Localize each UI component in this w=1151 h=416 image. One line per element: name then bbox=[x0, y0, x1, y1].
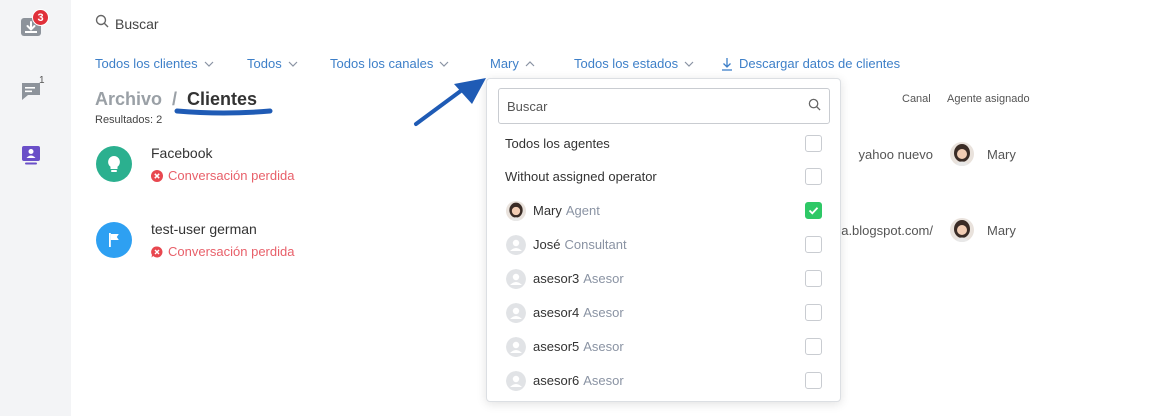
download-icon bbox=[722, 57, 732, 71]
chevron-down-icon bbox=[288, 61, 298, 67]
checkbox-checked[interactable] bbox=[805, 202, 822, 219]
agent-search-input[interactable] bbox=[498, 88, 830, 124]
filter-states[interactable]: Todos los estados bbox=[574, 56, 694, 71]
results-count: Resultados: 2 bbox=[95, 114, 163, 126]
annotation-underline bbox=[174, 108, 273, 116]
breadcrumb-archive[interactable]: Archivo bbox=[95, 89, 162, 109]
sidebar: 3 1 bbox=[0, 0, 71, 416]
option-label: Without assigned operator bbox=[505, 169, 657, 184]
agent-option-name: asesor6 bbox=[533, 373, 580, 388]
error-chat-icon bbox=[151, 245, 163, 257]
flag-icon bbox=[96, 222, 132, 258]
checkbox[interactable] bbox=[805, 304, 822, 321]
agent-avatar bbox=[950, 218, 974, 242]
client-name: test-user german bbox=[151, 221, 257, 237]
filter-clients[interactable]: Todos los clientes bbox=[95, 56, 214, 71]
agent-option-name: José bbox=[533, 237, 561, 252]
agent-option-text: asesor3 Asesor bbox=[533, 271, 624, 286]
user-placeholder-icon bbox=[506, 269, 526, 289]
agent-option-text: asesor6 Asesor bbox=[533, 373, 624, 388]
agent-option-role: Asesor bbox=[583, 271, 624, 286]
client-canal: a.blogspot.com/ bbox=[841, 223, 933, 238]
option-all-agents[interactable]: Todos los agentes bbox=[487, 127, 840, 161]
chat-badge: 1 bbox=[39, 75, 45, 86]
annotation-arrow-icon bbox=[414, 78, 486, 126]
search-label: Buscar bbox=[115, 15, 159, 32]
checkbox[interactable] bbox=[805, 236, 822, 253]
bulb-icon bbox=[96, 146, 132, 182]
option-agent-asesor5[interactable]: asesor5 Asesor bbox=[487, 330, 840, 364]
agent-name: Mary bbox=[987, 147, 1016, 162]
checkbox[interactable] bbox=[805, 168, 822, 185]
checkbox[interactable] bbox=[805, 135, 822, 152]
agent-option-role: Asesor bbox=[583, 305, 624, 320]
filter-channels-label: Todos los canales bbox=[330, 56, 434, 71]
agent-option-role: Agent bbox=[565, 203, 600, 218]
client-name: Facebook bbox=[151, 145, 213, 161]
user-placeholder-icon bbox=[506, 303, 526, 323]
column-agent[interactable]: Agente asignado bbox=[947, 93, 1030, 105]
filter-agent-label: Mary bbox=[490, 56, 519, 71]
agent-option-name: Mary bbox=[533, 203, 562, 218]
option-agent-asesor6[interactable]: asesor6 Asesor bbox=[487, 364, 840, 398]
agent-option-name: asesor5 bbox=[533, 339, 580, 354]
agent-option-name: asesor3 bbox=[533, 271, 580, 286]
checkbox[interactable] bbox=[805, 372, 822, 389]
option-agent-jose[interactable]: José Consultant bbox=[487, 228, 840, 262]
chevron-down-icon bbox=[684, 61, 694, 67]
search-icon bbox=[808, 98, 821, 116]
user-placeholder-icon bbox=[506, 371, 526, 391]
user-placeholder-icon bbox=[506, 337, 526, 357]
agent-name: Mary bbox=[987, 223, 1016, 238]
user-placeholder-icon bbox=[506, 235, 526, 255]
agent-option-name: asesor4 bbox=[533, 305, 580, 320]
agent-option-role: Consultant bbox=[564, 237, 627, 252]
client-status-label: Conversación perdida bbox=[168, 168, 295, 183]
client-status: Conversación perdida bbox=[151, 244, 294, 259]
client-status-label: Conversación perdida bbox=[168, 244, 295, 259]
download-clients-label: Descargar datos de clientes bbox=[739, 56, 901, 71]
agent-option-role: Asesor bbox=[583, 339, 624, 354]
chevron-down-icon bbox=[439, 61, 449, 67]
filter-bar: Todos los clientes Todos Todos los canal… bbox=[95, 56, 1095, 74]
agent-option-text: asesor5 Asesor bbox=[533, 339, 624, 354]
filter-clients-label: Todos los clientes bbox=[95, 56, 198, 71]
filter-agent[interactable]: Mary bbox=[490, 56, 535, 71]
search-icon bbox=[95, 14, 109, 33]
filter-all-label: Todos bbox=[247, 56, 282, 71]
checkbox[interactable] bbox=[805, 270, 822, 287]
check-icon bbox=[808, 207, 819, 215]
agent-dropdown: Todos los agentes Without assigned opera… bbox=[486, 78, 841, 402]
top-search[interactable]: Buscar bbox=[95, 14, 159, 33]
agent-option-role: Asesor bbox=[583, 373, 624, 388]
column-canal[interactable]: Canal bbox=[902, 93, 931, 105]
download-clients-link[interactable]: Descargar datos de clientes bbox=[721, 56, 900, 71]
client-status: Conversación perdida bbox=[151, 168, 294, 183]
error-circle-icon bbox=[151, 169, 163, 182]
option-agent-mary[interactable]: Mary Agent bbox=[487, 194, 840, 228]
checkbox[interactable] bbox=[805, 338, 822, 355]
option-without-operator[interactable]: Without assigned operator bbox=[487, 160, 840, 194]
agent-option-text: asesor4 Asesor bbox=[533, 305, 624, 320]
inbox-badge: 3 bbox=[32, 9, 49, 26]
chevron-down-icon bbox=[204, 61, 214, 67]
filter-all[interactable]: Todos bbox=[247, 56, 298, 71]
agent-avatar bbox=[506, 201, 526, 221]
client-canal: yahoo nuevo bbox=[858, 147, 933, 162]
option-agent-asesor4[interactable]: asesor4 Asesor bbox=[487, 296, 840, 330]
filter-states-label: Todos los estados bbox=[574, 56, 679, 71]
agent-option-text: Mary Agent bbox=[533, 203, 600, 218]
filter-channels[interactable]: Todos los canales bbox=[330, 56, 449, 71]
agent-option-text: José Consultant bbox=[533, 237, 627, 252]
option-agent-asesor3[interactable]: asesor3 Asesor bbox=[487, 262, 840, 296]
agent-avatar bbox=[950, 142, 974, 166]
chevron-up-icon bbox=[525, 60, 535, 66]
option-label: Todos los agentes bbox=[505, 136, 610, 151]
